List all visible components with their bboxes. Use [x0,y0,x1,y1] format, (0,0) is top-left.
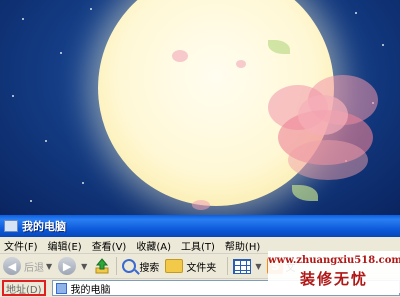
folders-button[interactable]: 文件夹 [165,259,216,274]
watermark: www.zhuangxiu518.com 装修无忧 [268,251,400,293]
menu-favorites[interactable]: 收藏(A) [132,238,177,253]
toolbar-separator [116,257,118,275]
search-button[interactable]: 搜索 [122,259,159,274]
watermark-text: 装修无忧 [299,270,368,288]
search-icon [122,259,137,273]
petal-floating [192,200,210,210]
up-folder-button[interactable] [93,257,111,275]
chevron-down-icon: ▼ [255,261,262,271]
back-label: 后退 [24,262,44,274]
address-value: 我的电脑 [70,284,111,296]
folders-label: 文件夹 [186,262,217,274]
views-icon [233,258,252,274]
peony-flower [258,55,398,190]
chevron-down-icon: ▼ [46,261,53,271]
up-arrow-icon [95,258,109,274]
window-title: 我的电脑 [22,220,66,233]
menu-edit[interactable]: 编辑(E) [44,238,88,253]
menu-help[interactable]: 帮助(H) [221,238,266,253]
back-arrow-icon: ◀ [3,257,21,275]
title-bar[interactable]: 我的电脑 [0,215,400,237]
petal-floating [236,60,246,68]
desktop-wallpaper [0,0,400,215]
folder-icon [165,259,184,273]
computer-icon [55,282,67,294]
search-label: 搜索 [139,262,160,274]
forward-arrow-icon: ▶ [58,257,77,275]
views-button[interactable]: ▼ [233,258,262,274]
address-label: 地址(D) [2,280,46,296]
petal-floating [172,50,188,62]
chevron-down-icon: ▼ [81,261,88,271]
menu-file[interactable]: 文件(F) [0,238,44,253]
watermark-url: www.zhuangxiu518.com [268,255,400,266]
toolbar-separator [227,257,229,275]
computer-icon [4,220,18,232]
back-button[interactable]: ◀ 后退 ▼ [3,257,52,275]
forward-button[interactable]: ▶ ▼ [58,257,87,275]
menu-view[interactable]: 查看(V) [88,238,133,253]
menu-tools[interactable]: 工具(T) [177,238,221,253]
